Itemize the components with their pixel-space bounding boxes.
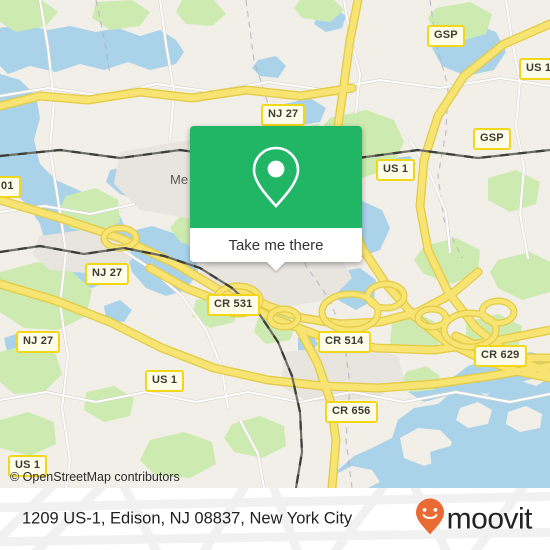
moovit-pin-icon — [415, 498, 445, 541]
road-shield-nj27[interactable]: NJ 27 — [16, 331, 61, 353]
road-shield-us1[interactable]: US 1 — [376, 159, 416, 181]
road-shield-gsp[interactable]: GSP — [427, 25, 465, 47]
road-shield-partial[interactable]: 01 — [0, 176, 21, 198]
road-shield-cr629[interactable]: CR 629 — [474, 345, 527, 367]
moovit-logo[interactable]: moovit — [415, 498, 533, 541]
map-attribution[interactable]: © OpenStreetMap contributors — [10, 470, 180, 484]
take-me-there-label: Take me there — [228, 236, 324, 254]
road-shield-cr514[interactable]: CR 514 — [318, 331, 371, 353]
map-screen: Me GSP US 1 NJ 27 GSP US 1 01 NJ 27 CR 5… — [0, 0, 550, 550]
popup-header — [190, 126, 362, 228]
road-shield-us1[interactable]: US 1 — [519, 58, 550, 80]
popup-tail — [267, 262, 285, 271]
popup-footer[interactable]: Take me there — [190, 228, 362, 271]
road-shield-nj27[interactable]: NJ 27 — [261, 104, 306, 126]
road-shield-cr531[interactable]: CR 531 — [207, 294, 260, 316]
address-text: 1209 US-1, Edison, NJ 08837, New York Ci… — [22, 509, 353, 528]
place-label-metuchen: Me — [170, 172, 189, 187]
location-pin-icon — [249, 144, 303, 210]
road-shield-cr656[interactable]: CR 656 — [325, 401, 378, 423]
road-shield-us1[interactable]: US 1 — [145, 370, 185, 392]
footer-bar: 1209 US-1, Edison, NJ 08837, New York Ci… — [0, 488, 550, 550]
road-shield-nj27[interactable]: NJ 27 — [85, 263, 130, 285]
location-popup-card[interactable]: Take me there — [190, 126, 362, 271]
moovit-wordmark: moovit — [446, 502, 533, 535]
road-shield-gsp[interactable]: GSP — [473, 128, 511, 150]
